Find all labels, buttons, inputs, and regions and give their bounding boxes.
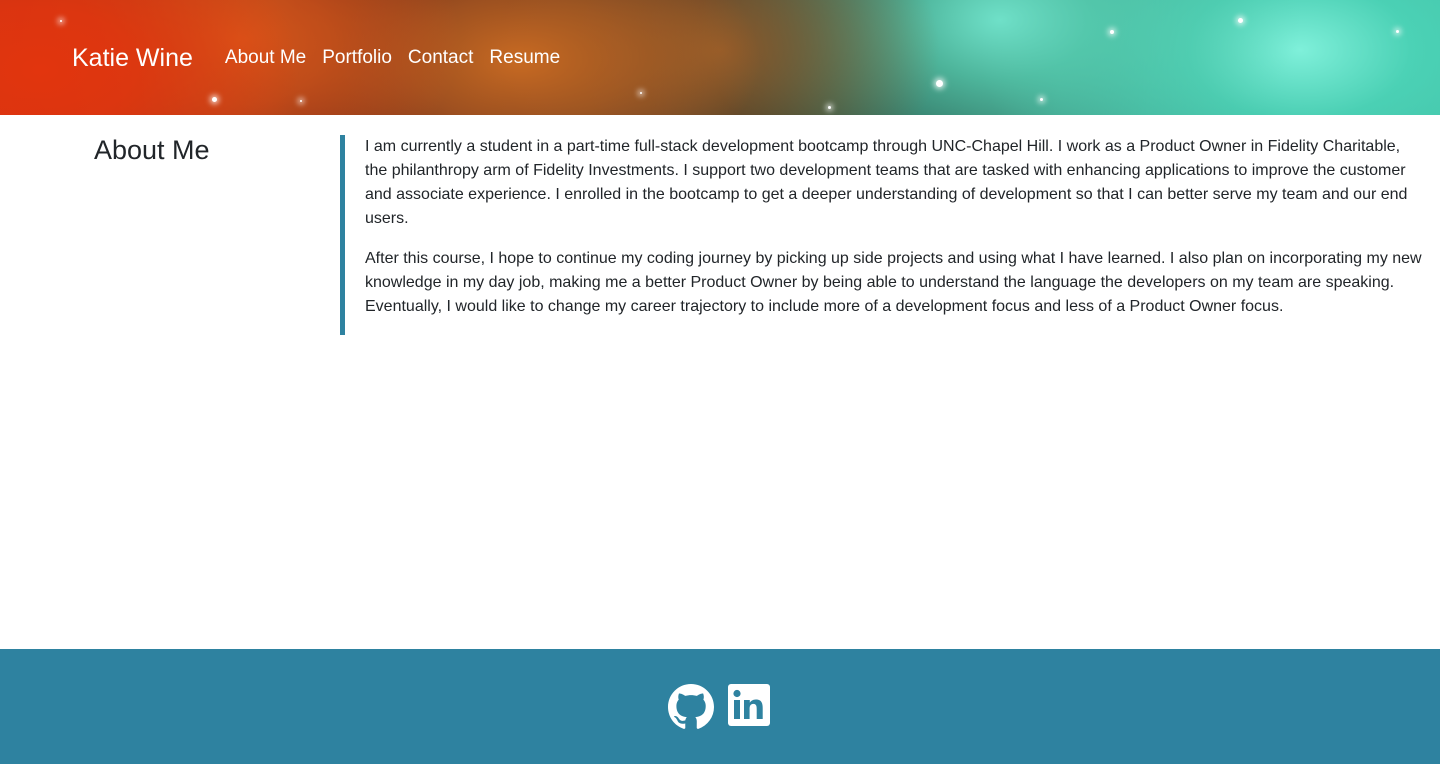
nav-link-portfolio[interactable]: Portfolio — [314, 47, 400, 69]
footer — [0, 649, 1440, 764]
main-content: About Me I am currently a student in a p… — [0, 115, 1440, 649]
header-banner: Katie Wine About Me Portfolio Contact Re… — [0, 0, 1440, 115]
nav-links: About Me Portfolio Contact Resume — [217, 47, 568, 69]
about-body: I am currently a student in a part-time … — [340, 135, 1425, 335]
section-title: About Me — [94, 135, 210, 165]
brand-link[interactable]: Katie Wine — [72, 44, 193, 73]
about-paragraph-2: After this course, I hope to continue my… — [365, 250, 1422, 315]
nav-link-about-me[interactable]: About Me — [217, 47, 314, 69]
social-links — [668, 684, 774, 730]
navbar: Katie Wine About Me Portfolio Contact Re… — [72, 40, 568, 76]
linkedin-link[interactable] — [728, 684, 774, 730]
github-icon — [668, 684, 714, 729]
linkedin-icon — [728, 684, 770, 726]
about-paragraph-1: I am currently a student in a part-time … — [365, 138, 1408, 227]
nav-link-resume[interactable]: Resume — [481, 47, 568, 69]
github-link[interactable] — [668, 684, 714, 730]
nav-link-contact[interactable]: Contact — [400, 47, 481, 69]
